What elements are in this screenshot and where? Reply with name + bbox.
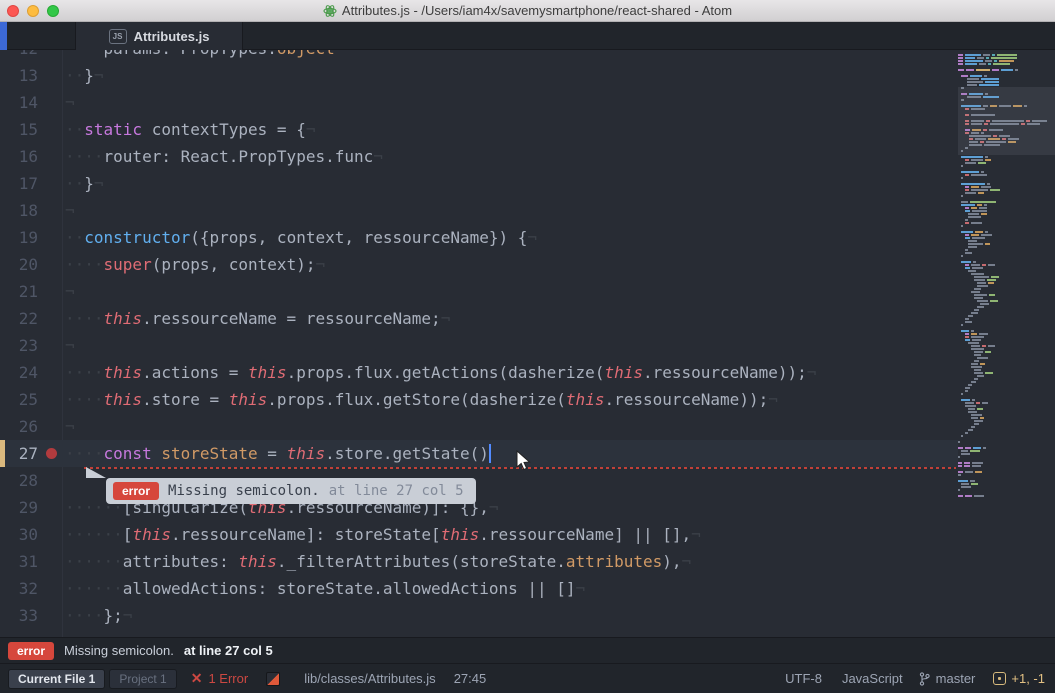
code-line-18[interactable]: 18 ¬: [0, 197, 958, 224]
language-selector[interactable]: JavaScript: [842, 671, 903, 686]
line-number: 17: [18, 174, 38, 193]
status-bar: Current File 1 Project 1 ✕ 1 Error lib/c…: [0, 663, 1055, 693]
git-branch: master: [919, 671, 976, 686]
tab-attributes-js[interactable]: JS Attributes.js: [75, 22, 243, 50]
tab-label: Attributes.js: [133, 28, 210, 44]
line-number: 32: [18, 579, 38, 598]
window-title-group: Attributes.js - /Users/iam4x/savemysmart…: [323, 3, 732, 18]
line-number: 16: [18, 147, 38, 166]
code-line-33[interactable]: 33 ····};¬: [0, 602, 958, 629]
code-line-21[interactable]: 21 ¬: [0, 278, 958, 305]
line-number: 24: [18, 363, 38, 382]
line-number: 20: [18, 255, 38, 274]
statusbar-right: UTF-8 JavaScript master +1, -1: [785, 671, 1045, 686]
linter-toggle-icon[interactable]: [266, 671, 281, 686]
line-number: 19: [18, 228, 38, 247]
linter-location[interactable]: at line 27 col 5: [184, 643, 273, 658]
zoom-window-button[interactable]: [47, 5, 59, 17]
code-line-23[interactable]: 23 ¬: [0, 332, 958, 359]
line-number: 29: [18, 498, 38, 517]
current-file-filter-button[interactable]: Current File 1: [8, 668, 106, 689]
git-branch-icon: [919, 671, 930, 686]
text-caret: [488, 444, 491, 463]
code-line-26[interactable]: 26 ¬: [0, 413, 958, 440]
line-number: 31: [18, 552, 38, 571]
line-number: 28: [18, 471, 38, 490]
line-number: 26: [18, 417, 38, 436]
atom-logo-icon: [323, 4, 337, 17]
encoding-selector[interactable]: UTF-8: [785, 671, 822, 686]
minimize-window-button[interactable]: [27, 5, 39, 17]
error-count[interactable]: ✕ 1 Error: [191, 670, 248, 687]
line-number: 33: [18, 606, 38, 625]
code-line-27[interactable]: 27 ····const storeState = this.store.getS…: [0, 440, 958, 467]
line-number: 23: [18, 336, 38, 355]
project-filter-button[interactable]: Project 1: [109, 668, 177, 689]
branch-name: master: [935, 671, 976, 686]
close-window-button[interactable]: [7, 5, 19, 17]
code-line-13[interactable]: 13 ··}¬: [0, 62, 958, 89]
pane-accent-bar: [0, 22, 7, 50]
javascript-file-icon: JS: [108, 28, 127, 44]
line-number: 25: [18, 390, 38, 409]
git-diff-icon: [993, 672, 1007, 685]
code-line-20[interactable]: 20 ····super(props, context);¬: [0, 251, 958, 278]
line-number: 22: [18, 309, 38, 328]
code-line-30[interactable]: 30 ······[this.ressourceName]: storeState…: [0, 521, 958, 548]
mouse-cursor: [516, 450, 531, 471]
minimap-viewport-overlay[interactable]: [958, 87, 1055, 155]
code-line-17[interactable]: 17 ··}¬: [0, 170, 958, 197]
code-line-22[interactable]: 22 ····this.ressourceName = ressourceName…: [0, 305, 958, 332]
code-line-12[interactable]: 12····params: PropTypes.object: [0, 50, 958, 62]
git-diff-status: +1, -1: [993, 671, 1045, 686]
code-editor[interactable]: 12····params: PropTypes.object13··}¬14¬1…: [0, 50, 1055, 637]
code-line-31[interactable]: 31 ······attributes: this._filterAttribut…: [0, 548, 958, 575]
code-line-24[interactable]: 24 ····this.actions = this.props.flux.get…: [0, 359, 958, 386]
line-number: 13: [18, 66, 38, 85]
line-number: 15: [18, 120, 38, 139]
error-count-label: 1 Error: [208, 671, 249, 686]
line-number: 12: [0, 50, 62, 62]
window-title: Attributes.js - /Users/iam4x/savemysmart…: [341, 3, 733, 18]
error-badge: error: [8, 641, 55, 660]
code-line-15[interactable]: 15 ··static contextTypes = {¬: [0, 116, 958, 143]
git-diff-counts: +1, -1: [1011, 671, 1045, 686]
code-line-19[interactable]: 19 ··constructor({props, context, ressour…: [0, 224, 958, 251]
error-x-icon: ✕: [190, 670, 203, 686]
linter-error-gutter-dot[interactable]: [46, 448, 57, 459]
code-line-14[interactable]: 14 ¬: [0, 89, 958, 116]
linter-panel[interactable]: error Missing semicolon. at line 27 col …: [0, 637, 1055, 663]
line-number: 18: [18, 201, 38, 220]
file-path[interactable]: lib/classes/Attributes.js: [304, 671, 436, 686]
error-message: Missing semicolon.: [168, 483, 320, 499]
code-lines: 12····params: PropTypes.object13··}¬14¬1…: [0, 50, 958, 629]
lint-error-tooltip: error Missing semicolon. at line 27 col …: [106, 478, 476, 504]
code-line-25[interactable]: 25 ····this.store = this.props.flux.getSt…: [0, 386, 958, 413]
git-modified-gutter-marker: [0, 440, 5, 467]
traffic-lights: [7, 5, 59, 17]
cursor-position[interactable]: 27:45: [454, 671, 487, 686]
atom-window: Attributes.js - /Users/iam4x/savemysmart…: [0, 0, 1055, 693]
titlebar[interactable]: Attributes.js - /Users/iam4x/savemysmart…: [0, 0, 1055, 22]
line-number: 21: [18, 282, 38, 301]
code-line-16[interactable]: 16 ····router: React.PropTypes.func¬: [0, 143, 958, 170]
linter-message: Missing semicolon.: [64, 643, 174, 658]
tab-bar: JS Attributes.js: [0, 22, 1055, 50]
code-line-32[interactable]: 32 ······allowedActions: storeState.allow…: [0, 575, 958, 602]
minimap[interactable]: [958, 53, 1055, 613]
line-number: 30: [18, 525, 38, 544]
error-badge: error: [113, 482, 160, 500]
line-number: 14: [18, 93, 38, 112]
error-location: at line 27 col 5: [328, 483, 464, 499]
